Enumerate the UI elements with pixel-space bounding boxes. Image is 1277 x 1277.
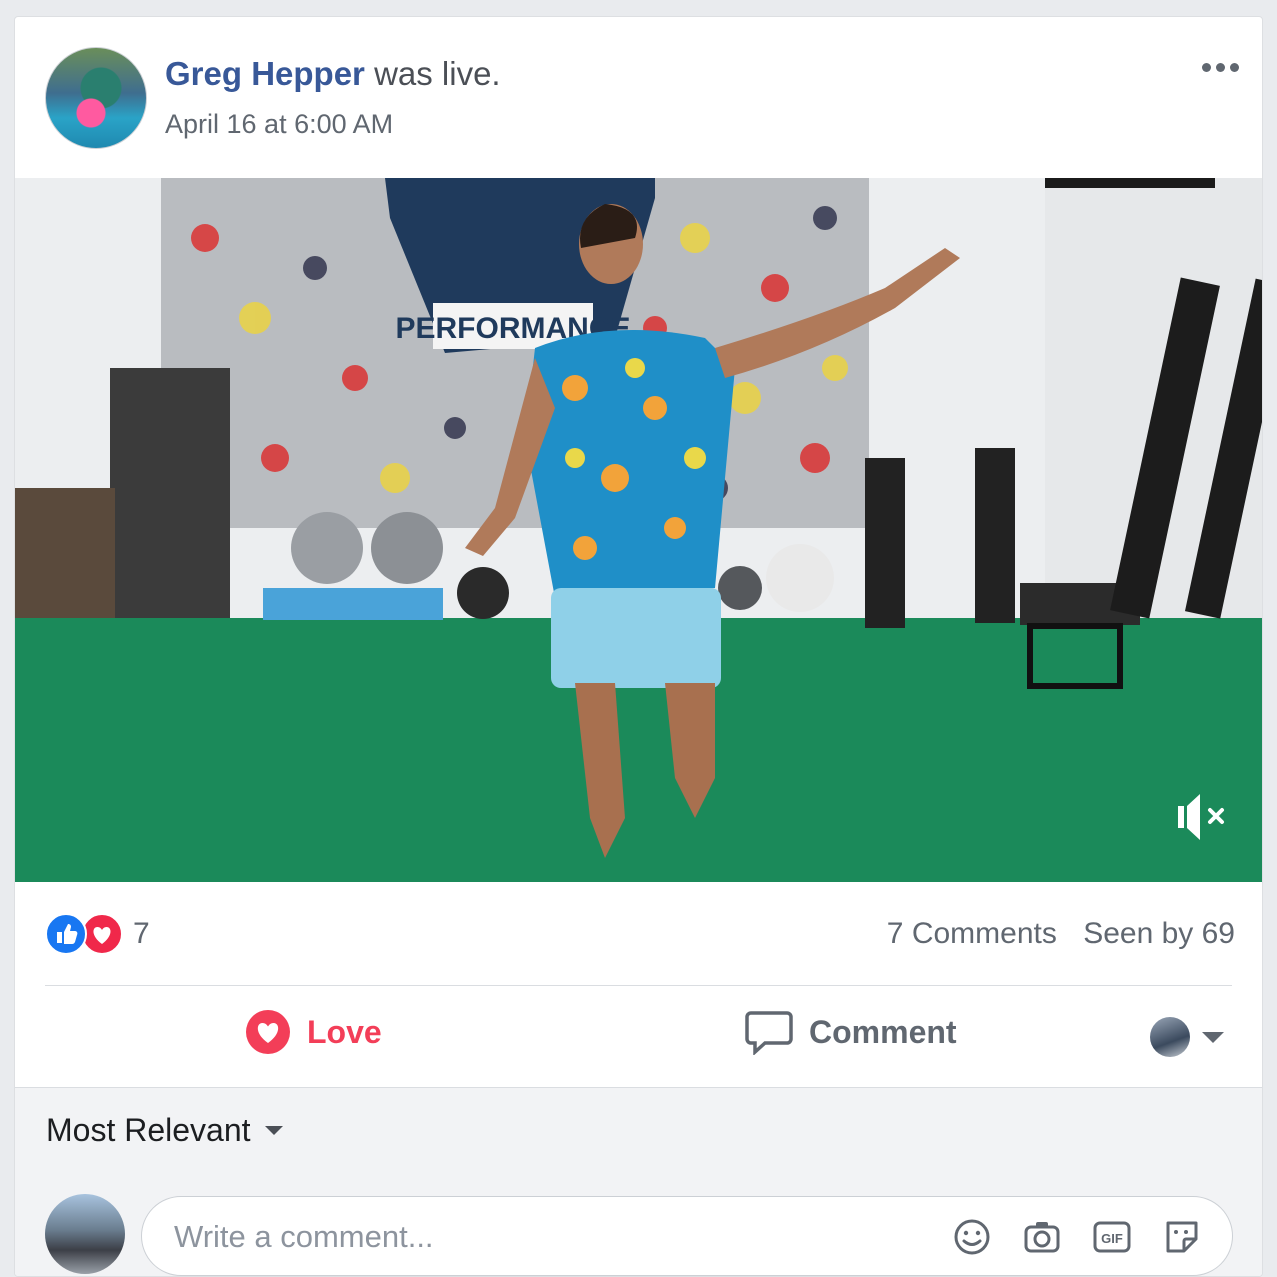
- composer-icons: GIF: [952, 1217, 1202, 1257]
- comment-input[interactable]: [172, 1197, 876, 1276]
- chevron-down-icon: [1202, 1031, 1224, 1043]
- post-timestamp[interactable]: April 16 at 6:00 AM: [165, 109, 393, 140]
- comment-composer[interactable]: GIF: [141, 1196, 1233, 1276]
- love-button[interactable]: Love: [245, 1009, 382, 1055]
- action-bar: Love Comment: [15, 987, 1262, 1087]
- viewer-avatar: [1150, 1017, 1190, 1057]
- love-reaction-icon: [81, 913, 123, 955]
- comments-count-link[interactable]: 7 Comments: [887, 917, 1057, 950]
- camera-icon[interactable]: [1022, 1217, 1062, 1257]
- stats-divider: [45, 985, 1232, 986]
- reaction-count: 7: [133, 917, 150, 950]
- post-card: Greg Hepper was live. April 16 at 6:00 A…: [14, 16, 1263, 1277]
- post-as-selector[interactable]: [1150, 1017, 1224, 1057]
- author-name-link[interactable]: Greg Hepper: [165, 55, 365, 92]
- more-options-icon[interactable]: [1198, 53, 1242, 81]
- love-label: Love: [307, 1013, 382, 1050]
- sort-label: Most Relevant: [46, 1112, 251, 1148]
- speaker-muted-icon[interactable]: [1176, 792, 1230, 842]
- sticker-icon[interactable]: [1162, 1217, 1202, 1257]
- comment-button[interactable]: Comment: [745, 1009, 957, 1055]
- engagement-summary: 7 Comments Seen by 69: [887, 917, 1235, 951]
- seen-by-link[interactable]: Seen by 69: [1083, 917, 1235, 950]
- chevron-down-icon: [264, 1126, 283, 1135]
- author-avatar[interactable]: [45, 47, 147, 149]
- post-action-text: was live.: [374, 55, 501, 92]
- comment-label: Comment: [809, 1013, 957, 1050]
- video-frame: PERFORMANCE: [15, 178, 1262, 882]
- comment-icon: [745, 1011, 793, 1055]
- reactions-summary[interactable]: 7: [45, 913, 150, 955]
- love-icon: [246, 1010, 290, 1054]
- emoji-icon[interactable]: [952, 1217, 992, 1257]
- post-header: Greg Hepper was live.: [165, 55, 501, 93]
- svg-text:GIF: GIF: [1101, 1231, 1123, 1246]
- live-video-player[interactable]: PERFORMANCE: [15, 178, 1262, 882]
- gif-icon[interactable]: GIF: [1092, 1217, 1132, 1257]
- comment-sort-dropdown[interactable]: Most Relevant: [46, 1112, 283, 1149]
- post-stats: 7 7 Comments Seen by 69: [15, 893, 1262, 977]
- like-reaction-icon: [45, 913, 87, 955]
- current-user-avatar: [45, 1194, 125, 1274]
- comments-section: Most Relevant GIF: [15, 1088, 1262, 1276]
